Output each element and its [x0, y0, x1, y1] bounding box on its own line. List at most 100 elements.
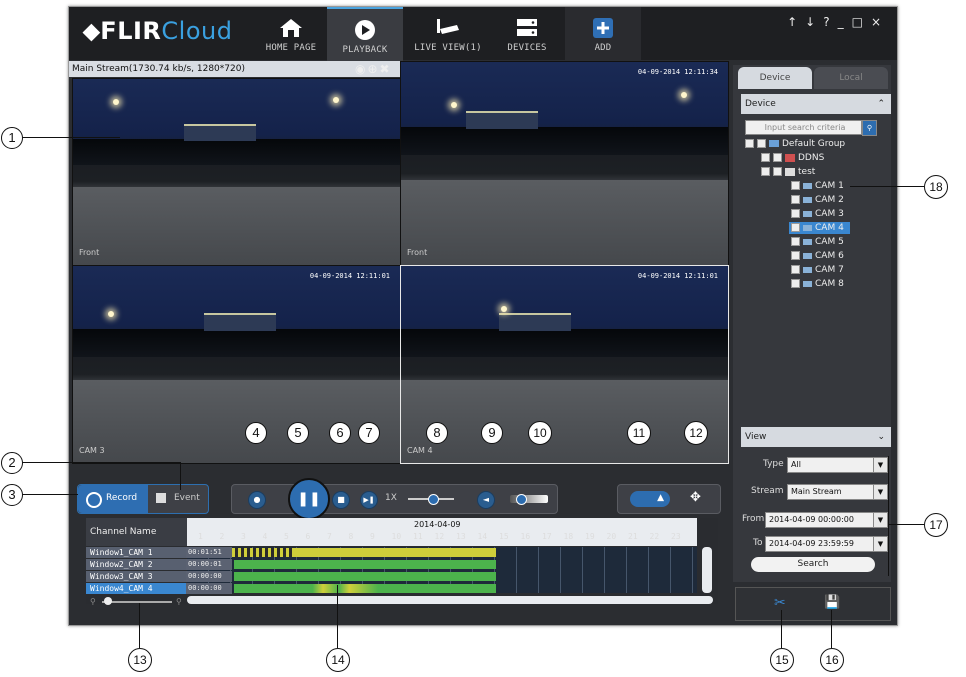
camera-icon — [803, 182, 812, 189]
checkbox[interactable] — [757, 139, 766, 148]
checkbox[interactable] — [791, 181, 800, 190]
camera-icon — [803, 266, 812, 273]
stream-dropdown-button[interactable]: ▼ — [873, 484, 888, 500]
camera-caption: Front — [79, 248, 100, 257]
type-select[interactable]: All — [787, 457, 874, 473]
search-input[interactable]: Input search criteria — [745, 120, 862, 135]
checkbox[interactable] — [791, 209, 800, 218]
camera-view-2[interactable]: 04-09-2014 12:11:34 Front — [400, 61, 729, 266]
zoom-slider-handle[interactable] — [104, 597, 112, 605]
from-datetime-field[interactable]: 2014-04-09 00:00:00 — [765, 512, 874, 528]
callout-13: 13 — [128, 648, 152, 672]
tree-cam-6[interactable]: CAM 6 — [791, 251, 844, 261]
mute-button[interactable]: ◄ — [477, 491, 495, 509]
tab-devices[interactable]: DEVICES — [489, 7, 565, 60]
capture-button[interactable]: ● — [248, 491, 266, 509]
tree-cam-3[interactable]: CAM 3 — [791, 209, 844, 219]
maximize-icon[interactable]: □ — [852, 15, 871, 29]
hour-tick-label: 3 — [241, 532, 246, 541]
checkbox[interactable] — [791, 223, 800, 232]
camera-view-1[interactable]: Front — [72, 78, 401, 266]
tree-cam-7[interactable]: CAM 7 — [791, 265, 844, 275]
step-forward-icon: ▶❚ — [363, 496, 375, 504]
snapshot-icon[interactable]: ◉ — [355, 62, 367, 76]
to-calendar-button[interactable]: ▼ — [873, 536, 888, 552]
timeline-zoom-slider[interactable] — [102, 601, 172, 603]
checkbox[interactable] — [791, 251, 800, 260]
tree-test[interactable]: test — [761, 167, 815, 177]
stop-button[interactable]: ■ — [332, 491, 350, 509]
tree-default-group[interactable]: Default Group — [745, 139, 845, 149]
event-button[interactable]: Event — [150, 485, 208, 513]
close-stream-icon[interactable]: ✖ — [380, 62, 392, 76]
expand-icon[interactable] — [761, 167, 770, 176]
checkbox[interactable] — [791, 237, 800, 246]
split-screen-button[interactable]: ▲ — [630, 491, 670, 507]
checkbox[interactable] — [791, 279, 800, 288]
from-calendar-button[interactable]: ▼ — [873, 512, 888, 528]
expand-icon[interactable] — [761, 153, 770, 162]
recording-bar[interactable] — [234, 584, 496, 593]
screenshot-icon: ● — [253, 495, 261, 504]
minimize-icon[interactable]: _ — [838, 15, 852, 29]
save-clip-icon[interactable]: 💾 — [824, 595, 840, 610]
vertical-scrollbar[interactable] — [702, 547, 712, 593]
pause-button[interactable]: ❚❚ — [288, 478, 330, 520]
expand-icon[interactable] — [745, 139, 754, 148]
tree-label: CAM 4 — [815, 223, 844, 233]
tab-live-view[interactable]: LIVE VIEW(1) — [407, 7, 489, 60]
tree-cam-2[interactable]: CAM 2 — [791, 195, 844, 205]
camera-view-3[interactable]: 04-09-2014 12:11:01 CAM 3 — [72, 265, 401, 464]
checkbox[interactable] — [773, 153, 782, 162]
logo-cloud-text: Cloud — [161, 17, 233, 45]
speed-slider-handle[interactable] — [428, 494, 439, 505]
hour-tick-label: 5 — [284, 532, 289, 541]
tab-local[interactable]: Local — [814, 67, 888, 89]
checkbox[interactable] — [773, 167, 782, 176]
fullscreen-button[interactable]: ✥ — [690, 490, 701, 505]
tab-label: HOME PAGE — [265, 43, 317, 53]
to-datetime-field[interactable]: 2014-04-09 23:59:59 — [765, 536, 874, 552]
help-icon[interactable]: ? — [823, 15, 837, 29]
tab-home-page[interactable]: HOME PAGE — [253, 7, 329, 60]
horizontal-scrollbar[interactable] — [187, 596, 713, 604]
recording-bar[interactable] — [234, 572, 496, 581]
lock-icon[interactable]: ↓ — [805, 15, 823, 29]
search-button[interactable]: ⚲ — [862, 120, 877, 136]
camera-view-4[interactable]: 04-09-2014 12:11:01 CAM 4 — [400, 265, 729, 464]
scissors-icon[interactable]: ✂ — [774, 595, 786, 611]
close-icon[interactable]: × — [871, 15, 889, 29]
tree-ddns[interactable]: DDNS — [761, 153, 824, 163]
volume-slider-handle[interactable] — [516, 494, 527, 505]
search-submit-button[interactable]: Search — [751, 557, 875, 572]
record-button[interactable]: Record — [78, 485, 148, 513]
callout-leader — [22, 494, 78, 495]
tree-cam-4[interactable]: CAM 4 — [789, 222, 850, 234]
zoom-out-icon[interactable]: ⚲ — [90, 597, 96, 606]
checkbox[interactable] — [791, 195, 800, 204]
scene-building — [184, 123, 257, 141]
tab-playback[interactable]: PLAYBACK — [327, 7, 403, 62]
stream-toolbar: ◉⊕✖ — [355, 62, 392, 76]
next-frame-button[interactable]: ▶❚ — [360, 491, 378, 509]
view-section-header[interactable]: View ⌄ — [741, 427, 891, 447]
recording-bar[interactable] — [234, 560, 496, 569]
callout-1: 1 — [1, 127, 23, 149]
device-section-header[interactable]: Device ⌃ — [741, 94, 891, 114]
zoom-icon[interactable]: ⊕ — [367, 62, 379, 76]
zoom-in-icon[interactable]: ⚲ — [176, 597, 182, 606]
hour-tick-label: 23 — [671, 532, 681, 541]
tree-cam-1[interactable]: CAM 1 — [791, 181, 844, 191]
channel-time: 00:01:51 — [186, 547, 232, 558]
tree-label: CAM 2 — [815, 195, 844, 205]
type-dropdown-button[interactable]: ▼ — [873, 457, 888, 473]
street-light — [451, 102, 457, 108]
tree-label: CAM 1 — [815, 181, 844, 191]
tree-cam-5[interactable]: CAM 5 — [791, 237, 844, 247]
user-icon[interactable]: ↑ — [787, 15, 805, 29]
tab-add[interactable]: ADD — [565, 7, 641, 60]
checkbox[interactable] — [791, 265, 800, 274]
tree-cam-8[interactable]: CAM 8 — [791, 279, 844, 289]
stream-select[interactable]: Main Stream — [787, 484, 874, 500]
tab-device[interactable]: Device — [738, 67, 812, 89]
